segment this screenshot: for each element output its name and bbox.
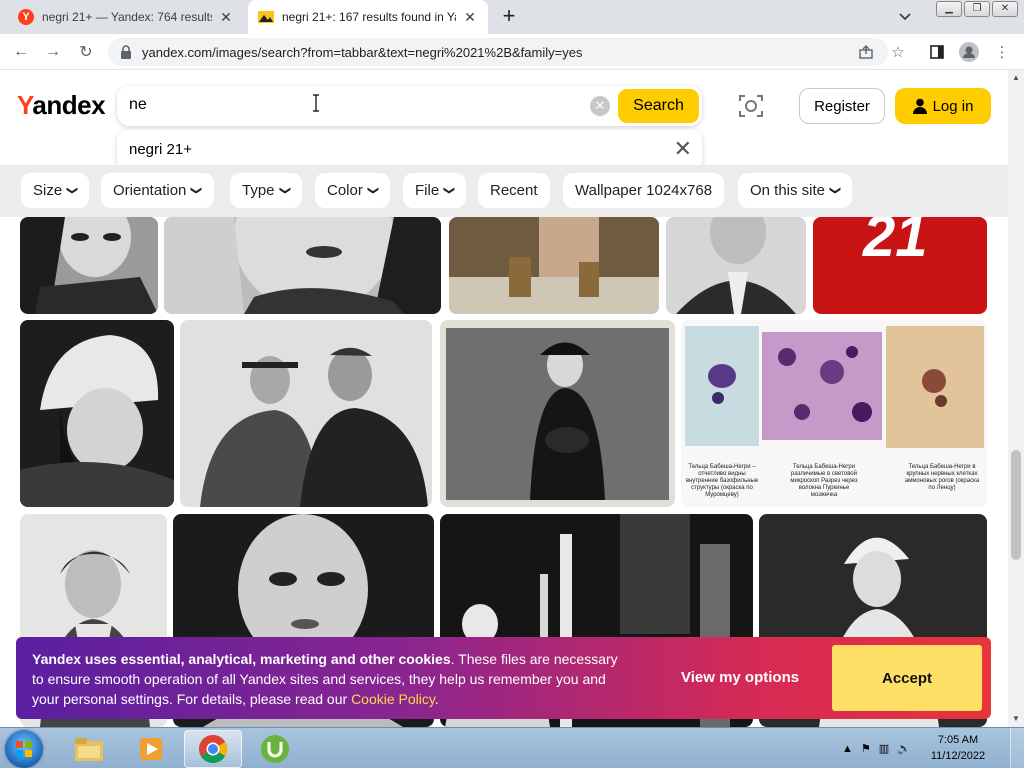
menu-kebab-icon[interactable]: ⋮ [991,41,1013,63]
login-label: Log in [932,97,974,115]
login-button[interactable]: Log in [895,88,991,124]
tab-title: negri 21+: 167 results found in Ya [282,10,456,24]
filter-orientation[interactable]: Orientation ❯ [101,173,214,208]
text-cursor-icon [313,94,319,112]
chevron-down-icon: ❯ [278,185,291,196]
clock-date: 11/12/2022 [930,750,986,762]
tray-expand-icon[interactable]: ▲ [842,743,853,755]
restore-button[interactable]: ❐ [964,1,990,17]
view-my-options-button[interactable]: View my options [681,669,799,686]
tab-yandex-images[interactable]: negri 21+: 167 results found in Ya ✕ [248,0,488,34]
network-icon[interactable]: ▥ [879,742,889,755]
search-box[interactable]: ne ✕ Search [117,86,702,126]
image-result[interactable] [164,217,441,314]
forward-arrow-icon[interactable]: → [42,41,64,63]
side-panel-icon[interactable] [926,41,948,63]
user-icon [912,98,927,114]
taskbar-media-player[interactable] [122,730,180,768]
scroll-up-icon[interactable]: ▲ [1011,73,1021,83]
tab-yandex-search[interactable]: Y negri 21+ — Yandex: 764 results ✕ [8,0,244,34]
address-bar[interactable]: yandex.com/images/search?from=tabbar&tex… [108,38,888,66]
medical-caption: Тельца Бабеша-Негри различимые в светово… [790,464,858,498]
image-result[interactable]: 21 [813,217,987,314]
scroll-thumb[interactable] [1011,450,1021,560]
search-input[interactable]: ne [129,96,147,114]
url-text: yandex.com/images/search?from=tabbar&tex… [142,44,583,60]
windows-logo-icon [16,741,32,757]
new-tab-button[interactable]: + [496,5,522,29]
lock-icon [121,45,131,59]
image-result[interactable] [666,217,806,314]
image-result[interactable] [449,217,659,314]
tab-close-icon[interactable]: ✕ [462,9,478,26]
yandex-header: Yandex ne ✕ Search negri 21+ ✕ Register … [0,70,1008,170]
clear-search-icon[interactable]: ✕ [590,96,610,116]
scroll-down-icon[interactable]: ▼ [1011,714,1021,724]
taskbar-utorrent[interactable] [246,730,304,768]
yandex-logo[interactable]: Yandex [17,90,106,121]
media-player-icon [140,738,162,760]
back-arrow-icon[interactable]: ← [10,41,32,63]
chevron-down-icon: ❯ [66,185,79,196]
browser-toolbar: ← → ↻ yandex.com/images/search?from=tabb… [0,34,1024,70]
filter-file[interactable]: File ❯ [403,173,467,208]
yandex-favicon-icon: Y [18,9,34,25]
tab-strip: Y negri 21+ — Yandex: 764 results ✕ negr… [0,0,1024,34]
accept-cookies-button[interactable]: Accept [832,645,982,711]
profile-avatar-icon[interactable] [958,41,980,63]
image-favicon-icon [258,11,274,23]
share-icon[interactable] [855,41,877,63]
action-center-icon[interactable]: ⚑ [861,742,871,755]
image-result[interactable] [20,217,158,314]
windows-taskbar: ▲ ⚑ ▥ 🔈 7:05 AM 11/12/2022 [0,727,1024,768]
image-result[interactable] [440,320,675,507]
medical-caption: Тельца Бабеша-Негри – отчетливо видны вн… [685,464,759,498]
taskbar-chrome[interactable] [184,730,242,768]
image-result[interactable] [20,320,174,507]
image-result[interactable] [180,320,432,507]
show-desktop-button[interactable] [1010,728,1024,768]
search-button[interactable]: Search [618,89,699,123]
chevron-down-icon: ❯ [829,185,842,196]
close-window-button[interactable]: ✕ [992,1,1018,17]
tab-title: negri 21+ — Yandex: 764 results [42,10,212,24]
filter-wallpaper[interactable]: Wallpaper 1024x768 [563,173,725,208]
tab-close-icon[interactable]: ✕ [218,9,234,26]
page-scrollbar[interactable]: ▲ ▼ [1008,70,1024,727]
red-tile-text: 21 [863,217,928,269]
system-clock[interactable]: 7:05 AM 11/12/2022 [928,732,988,764]
utorrent-icon [261,735,289,763]
volume-icon[interactable]: 🔈 [897,742,911,755]
chevron-down-icon: ❯ [366,185,379,196]
suggestion-text: negri 21+ [129,141,192,158]
image-search-camera-icon[interactable] [737,92,765,120]
register-button[interactable]: Register [799,88,885,124]
start-button[interactable] [5,730,43,768]
folder-icon [75,738,103,761]
taskbar-explorer[interactable] [60,730,118,768]
reload-icon[interactable]: ↻ [75,41,97,63]
filter-bar: Size ❯ Orientation ❯ Type ❯ Color ❯ File ❯ Re… [0,165,1008,217]
chevron-down-icon: ❯ [443,185,456,196]
clock-time: 7:05 AM [937,734,979,746]
cookie-message: Yandex uses essential, analytical, marke… [32,651,618,707]
filter-on-this-site[interactable]: On this site ❯ [738,173,853,208]
chevron-down-icon: ❯ [190,185,203,196]
window-controls: ▁ ❐ ✕ [936,1,1018,17]
remove-suggestion-icon[interactable]: ✕ [674,138,692,160]
filter-recent[interactable]: Recent [478,173,550,208]
medical-caption: Тельца Бабеша-Негри в крупных нервных кл… [904,464,980,491]
chrome-icon [199,735,227,763]
search-suggestion[interactable]: negri 21+ ✕ [117,130,702,170]
filter-size[interactable]: Size ❯ [21,173,90,208]
cookie-policy-link[interactable]: Cookie Policy [351,691,435,707]
bookmark-star-icon[interactable]: ☆ [887,41,909,63]
image-result-medical[interactable]: Тельца Бабеша-Негри – отчетливо видны вн… [681,320,987,507]
filter-color[interactable]: Color ❯ [315,173,391,208]
cookie-banner: Yandex uses essential, analytical, marke… [16,637,991,719]
filter-type[interactable]: Type ❯ [230,173,302,208]
minimize-button[interactable]: ▁ [936,1,962,17]
tab-search-chevron-icon[interactable] [894,8,916,26]
system-tray: ▲ ⚑ ▥ 🔈 [842,728,911,768]
